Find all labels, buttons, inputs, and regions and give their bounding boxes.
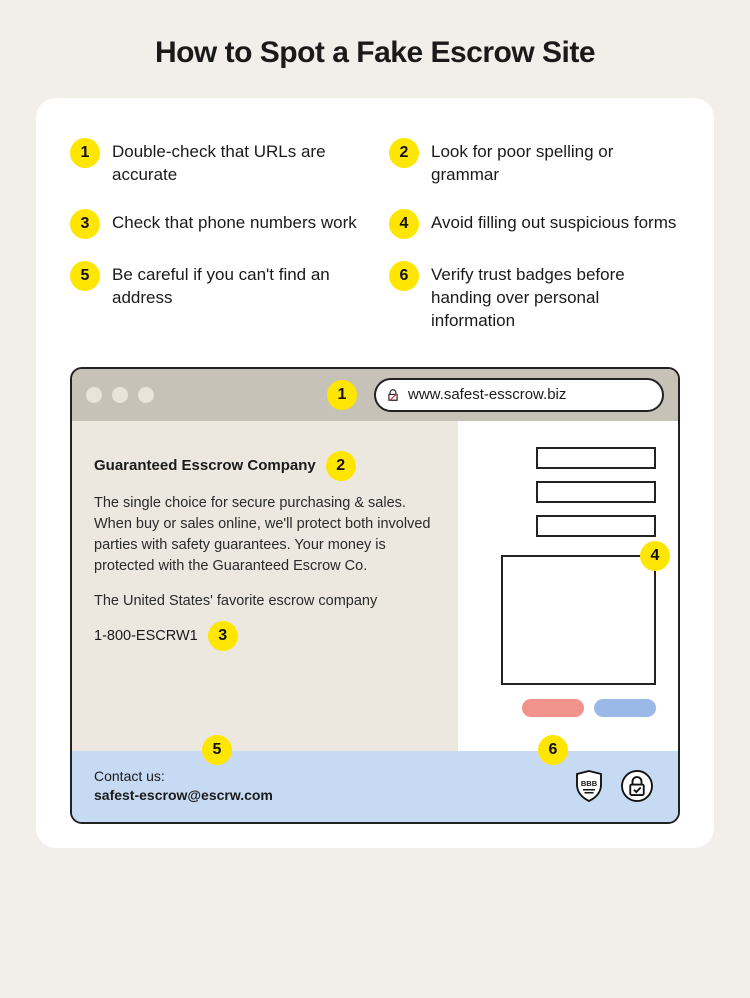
form-button-blue xyxy=(594,699,656,717)
window-dot xyxy=(112,387,128,403)
marker-6: 6 xyxy=(538,735,568,765)
secure-badge-icon xyxy=(618,767,656,805)
contact-block: Contact us: safest-escrow@escrw.com xyxy=(94,767,273,806)
tip-number: 2 xyxy=(389,138,419,168)
marker-2: 2 xyxy=(326,451,356,481)
form-buttons xyxy=(522,699,656,717)
page-right-column: 4 xyxy=(458,421,678,751)
tip-2: 2 Look for poor spelling or grammar xyxy=(389,138,680,187)
tip-text: Verify trust badges before handing over … xyxy=(431,261,680,333)
marker-4: 4 xyxy=(640,541,670,571)
tip-4: 4 Avoid filling out suspicious forms xyxy=(389,209,680,239)
tips-grid: 1 Double-check that URLs are accurate 2 … xyxy=(70,138,680,333)
tip-text: Be careful if you can't find an address xyxy=(112,261,361,310)
url-text: www.safest-esscrow.biz xyxy=(408,386,566,403)
contact-label: Contact us: xyxy=(94,767,273,787)
tip-text: Check that phone numbers work xyxy=(112,209,357,235)
tip-1: 1 Double-check that URLs are accurate xyxy=(70,138,361,187)
window-dot xyxy=(138,387,154,403)
browser-chrome: 1 www.safest-esscrow.biz xyxy=(72,369,678,421)
tip-6: 6 Verify trust badges before handing ove… xyxy=(389,261,680,333)
tip-number: 1 xyxy=(70,138,100,168)
contact-email: safest-escrow@escrw.com xyxy=(94,786,273,806)
form-field xyxy=(536,515,656,537)
tip-5: 5 Be careful if you can't find an addres… xyxy=(70,261,361,333)
window-dot xyxy=(86,387,102,403)
form-field xyxy=(536,447,656,469)
insecure-lock-icon xyxy=(386,388,400,402)
page: How to Spot a Fake Escrow Site 1 Double-… xyxy=(0,0,750,878)
page-footer: 5 Contact us: safest-escrow@escrw.com 6 … xyxy=(72,751,678,822)
tip-text: Look for poor spelling or grammar xyxy=(431,138,680,187)
tip-number: 4 xyxy=(389,209,419,239)
form-textarea: 4 xyxy=(501,555,656,685)
tip-number: 6 xyxy=(389,261,419,291)
phone-number: 1-800-ESCRW1 xyxy=(94,628,198,644)
content-card: 1 Double-check that URLs are accurate 2 … xyxy=(36,98,714,848)
page-left-column: Guaranteed Esscrow Company 2 The single … xyxy=(72,421,458,751)
marker-3: 3 xyxy=(208,621,238,651)
page-body: Guaranteed Esscrow Company 2 The single … xyxy=(72,421,678,751)
marker-1: 1 xyxy=(327,380,357,410)
page-title: How to Spot a Fake Escrow Site xyxy=(36,36,714,70)
marker-5: 5 xyxy=(202,735,232,765)
tip-number: 5 xyxy=(70,261,100,291)
bbb-badge-icon: BBB xyxy=(570,767,608,805)
tip-3: 3 Check that phone numbers work xyxy=(70,209,361,239)
form-field xyxy=(536,481,656,503)
url-bar: www.safest-esscrow.biz xyxy=(374,378,664,412)
company-name: Guaranteed Esscrow Company xyxy=(94,457,316,474)
browser-mockup: 1 www.safest-esscrow.biz Guaranteed Essc… xyxy=(70,367,680,824)
tip-number: 3 xyxy=(70,209,100,239)
svg-text:BBB: BBB xyxy=(581,779,598,788)
company-description: The single choice for secure purchasing … xyxy=(94,493,438,577)
tip-text: Double-check that URLs are accurate xyxy=(112,138,361,187)
form-button-red xyxy=(522,699,584,717)
company-tagline: The United States' favorite escrow compa… xyxy=(94,591,438,611)
tip-text: Avoid filling out suspicious forms xyxy=(431,209,676,235)
trust-badges: BBB xyxy=(570,767,656,805)
